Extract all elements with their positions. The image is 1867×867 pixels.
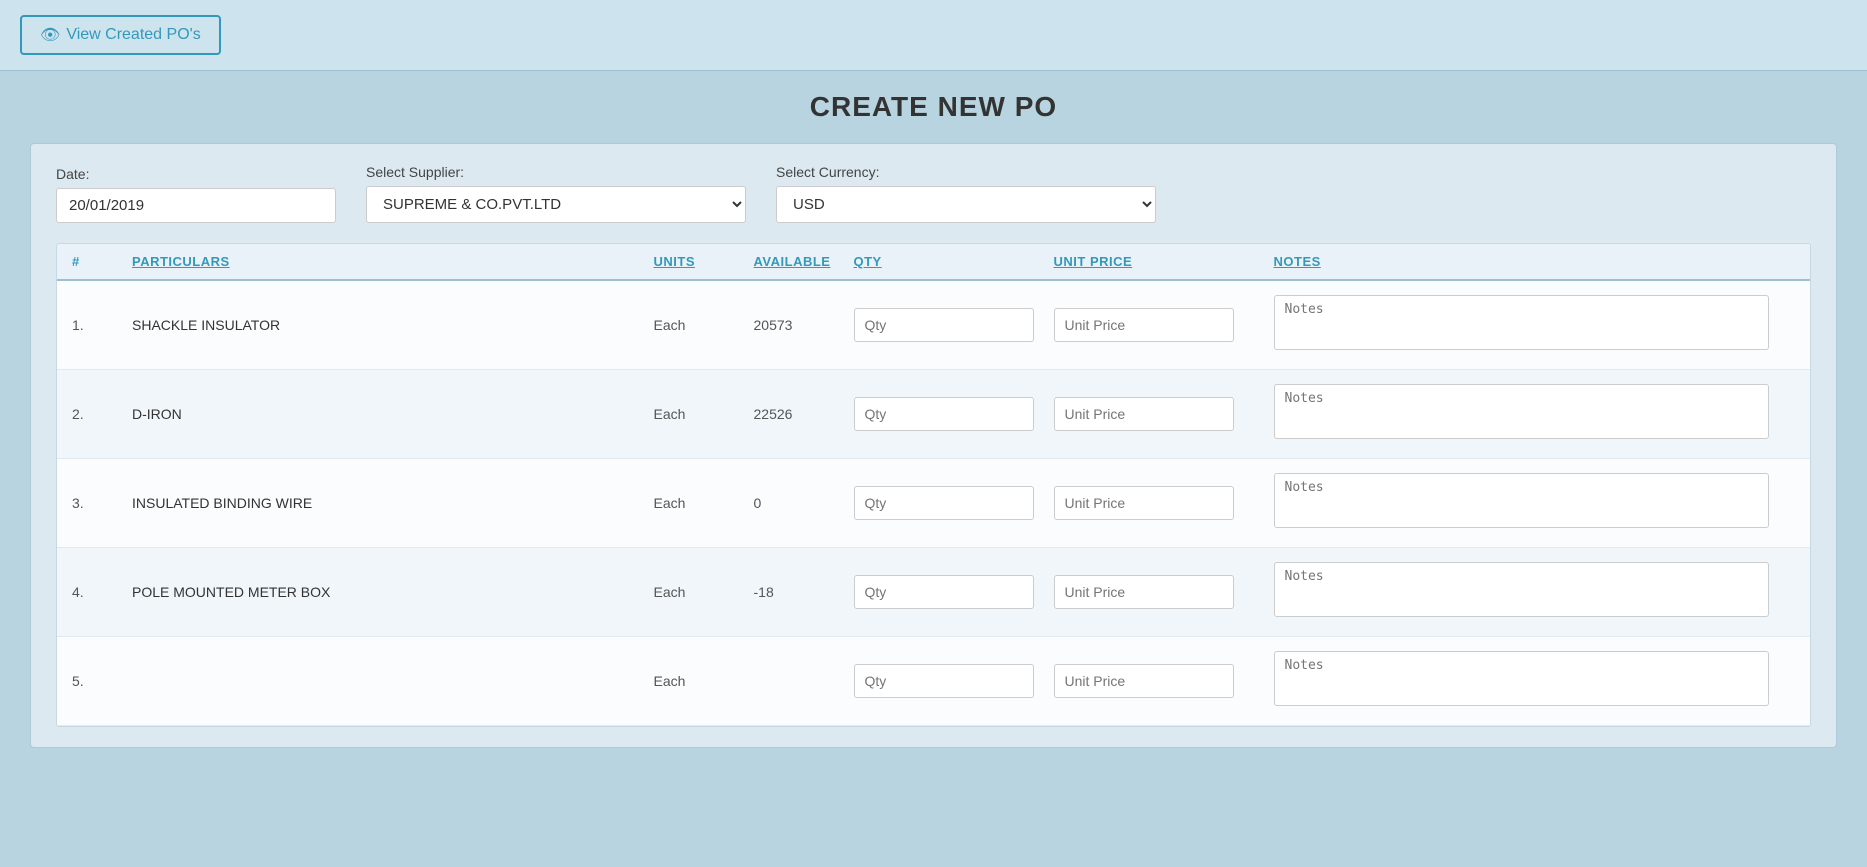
qty-input[interactable] xyxy=(854,397,1034,431)
qty-input[interactable] xyxy=(854,308,1034,342)
supplier-group: Select Supplier: SUPREME & CO.PVT.LTD OT… xyxy=(366,164,746,223)
row-num: 3. xyxy=(72,495,132,511)
col-header-available: AVAILABLE xyxy=(754,254,854,269)
row-unit-price xyxy=(1054,397,1274,431)
date-group: Date: xyxy=(56,166,336,223)
row-name: D-IRON xyxy=(132,406,654,422)
notes-textarea[interactable] xyxy=(1274,473,1769,528)
qty-input[interactable] xyxy=(854,664,1034,698)
row-notes xyxy=(1274,295,1796,355)
row-num: 1. xyxy=(72,317,132,333)
items-table: # PARTICULARS UNITS AVAILABLE QTY UNIT P… xyxy=(56,243,1811,727)
row-available: -18 xyxy=(754,584,854,600)
date-label: Date: xyxy=(56,166,336,182)
currency-select[interactable]: USD EUR GBP INR xyxy=(776,186,1156,223)
row-qty xyxy=(854,486,1054,520)
col-header-notes: NOTES xyxy=(1274,254,1796,269)
row-num: 5. xyxy=(72,673,132,689)
table-row: 4. POLE MOUNTED METER BOX Each -18 xyxy=(57,548,1810,637)
row-available: 22526 xyxy=(754,406,854,422)
row-qty xyxy=(854,575,1054,609)
row-available: 0 xyxy=(754,495,854,511)
table-header: # PARTICULARS UNITS AVAILABLE QTY UNIT P… xyxy=(57,244,1810,281)
row-name: INSULATED BINDING WIRE xyxy=(132,495,654,511)
row-notes xyxy=(1274,562,1796,622)
qty-input[interactable] xyxy=(854,575,1034,609)
row-name: SHACKLE INSULATOR xyxy=(132,317,654,333)
row-unit-price xyxy=(1054,664,1274,698)
row-units: Each xyxy=(654,406,754,422)
row-available: 20573 xyxy=(754,317,854,333)
supplier-select[interactable]: SUPREME & CO.PVT.LTD OTHER SUPPLIER xyxy=(366,186,746,223)
row-units: Each xyxy=(654,584,754,600)
row-notes xyxy=(1274,384,1796,444)
col-header-unit-price: UNIT PRICE xyxy=(1054,254,1274,269)
table-row: 1. SHACKLE INSULATOR Each 20573 xyxy=(57,281,1810,370)
view-po-button[interactable]: 👁 View Created PO's xyxy=(20,15,221,55)
notes-textarea[interactable] xyxy=(1274,651,1769,706)
row-qty xyxy=(854,308,1054,342)
top-bar: 👁 View Created PO's xyxy=(0,0,1867,71)
row-unit-price xyxy=(1054,486,1274,520)
table-body: 1. SHACKLE INSULATOR Each 20573 2. D-IRO… xyxy=(57,281,1810,726)
unit-price-input[interactable] xyxy=(1054,308,1234,342)
row-name: POLE MOUNTED METER BOX xyxy=(132,584,654,600)
unit-price-input[interactable] xyxy=(1054,486,1234,520)
row-num: 4. xyxy=(72,584,132,600)
row-units: Each xyxy=(654,495,754,511)
date-input[interactable] xyxy=(56,188,336,223)
row-notes xyxy=(1274,651,1796,711)
table-row: 3. INSULATED BINDING WIRE Each 0 xyxy=(57,459,1810,548)
unit-price-input[interactable] xyxy=(1054,397,1234,431)
unit-price-input[interactable] xyxy=(1054,664,1234,698)
form-top-row: Date: Select Supplier: SUPREME & CO.PVT.… xyxy=(56,164,1811,223)
notes-textarea[interactable] xyxy=(1274,384,1769,439)
col-header-particulars: PARTICULARS xyxy=(132,254,654,269)
unit-price-input[interactable] xyxy=(1054,575,1234,609)
page-title: CREATE NEW PO xyxy=(30,91,1837,123)
currency-label: Select Currency: xyxy=(776,164,1156,180)
row-units: Each xyxy=(654,673,754,689)
supplier-label: Select Supplier: xyxy=(366,164,746,180)
main-content: CREATE NEW PO Date: Select Supplier: SUP… xyxy=(0,71,1867,768)
row-qty xyxy=(854,397,1054,431)
col-header-units: UNITS xyxy=(654,254,754,269)
row-qty xyxy=(854,664,1054,698)
row-unit-price xyxy=(1054,308,1274,342)
row-units: Each xyxy=(654,317,754,333)
currency-group: Select Currency: USD EUR GBP INR xyxy=(776,164,1156,223)
col-header-qty: QTY xyxy=(854,254,1054,269)
table-row: 2. D-IRON Each 22526 xyxy=(57,370,1810,459)
notes-textarea[interactable] xyxy=(1274,295,1769,350)
form-container: Date: Select Supplier: SUPREME & CO.PVT.… xyxy=(30,143,1837,748)
notes-textarea[interactable] xyxy=(1274,562,1769,617)
table-row: 5. Each xyxy=(57,637,1810,726)
qty-input[interactable] xyxy=(854,486,1034,520)
row-unit-price xyxy=(1054,575,1274,609)
col-header-num: # xyxy=(72,254,132,269)
row-notes xyxy=(1274,473,1796,533)
row-num: 2. xyxy=(72,406,132,422)
eye-icon: 👁 xyxy=(40,25,60,45)
view-po-button-label: View Created PO's xyxy=(66,26,200,44)
